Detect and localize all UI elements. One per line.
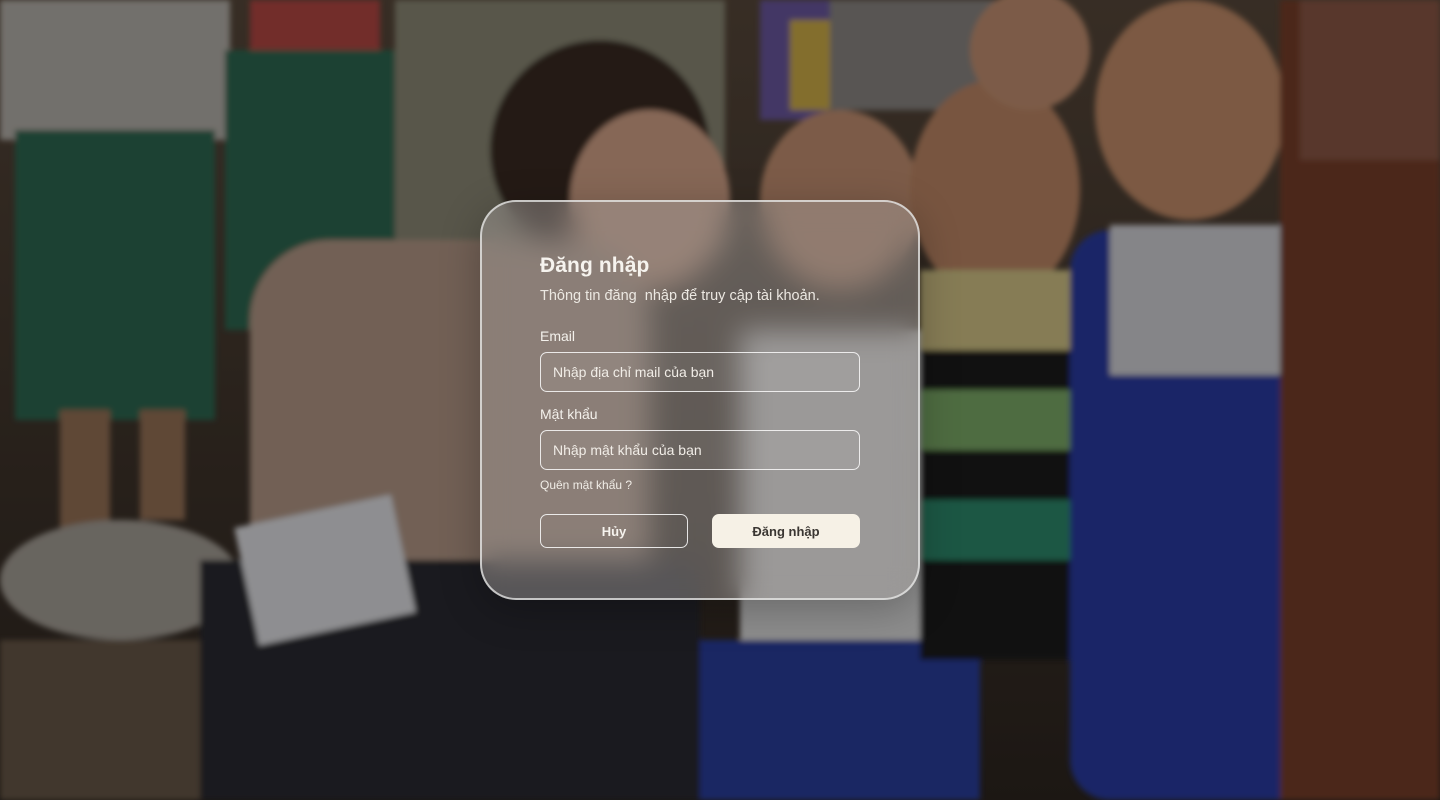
login-screen: Đăng nhập Thông tin đăng nhập để truy cậ… <box>0 0 1440 800</box>
password-input[interactable] <box>540 430 860 470</box>
forgot-password-link[interactable]: Quên mật khẩu ? <box>540 478 632 492</box>
password-label: Mật khẩu <box>540 406 598 422</box>
login-title: Đăng nhập <box>540 254 650 277</box>
email-label: Email <box>540 328 576 344</box>
login-card: Đăng nhập Thông tin đăng nhập để truy cậ… <box>480 200 920 600</box>
login-subtitle: Thông tin đăng nhập để truy cập tài khoả… <box>540 288 820 304</box>
cancel-button[interactable]: Hủy <box>540 514 688 548</box>
email-input[interactable] <box>540 352 860 392</box>
login-button[interactable]: Đăng nhập <box>712 514 860 548</box>
